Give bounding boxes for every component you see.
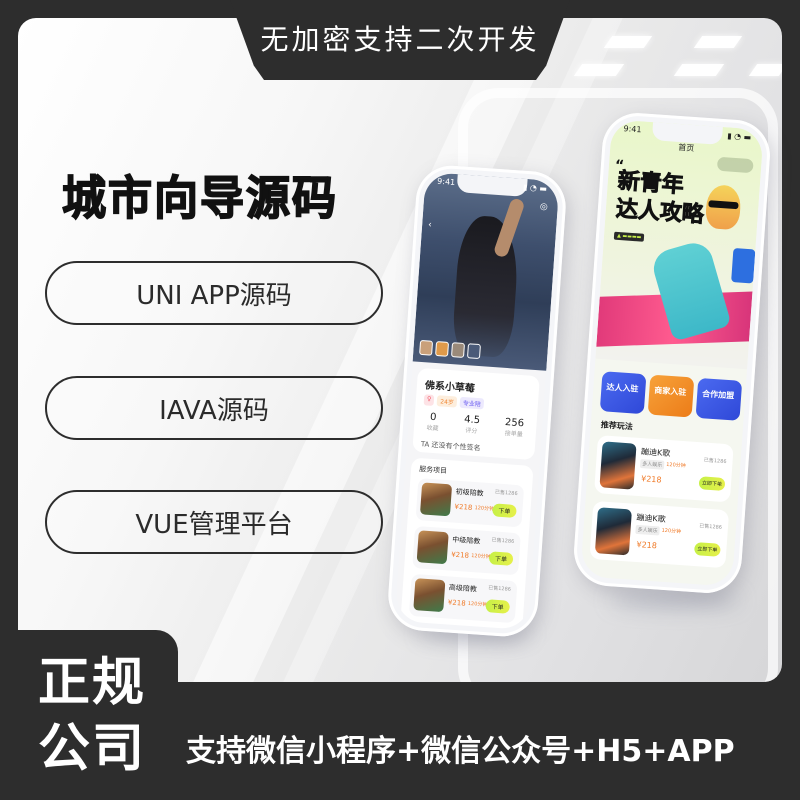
ceiling-light [693, 36, 743, 48]
capsule-close-icon[interactable]: ◎ [539, 202, 548, 213]
recommend-tag: 多人娱乐 [635, 524, 660, 536]
platform-support-text: 支持微信小程序+微信公众号+H5+APP [186, 734, 735, 769]
quick-entry-merchant[interactable]: 商家入驻 [647, 374, 695, 418]
service-name: 中级陪教 [451, 535, 481, 546]
recommend-sold: 已售1286 [699, 523, 723, 531]
company-badge: 正规 公司 [18, 630, 178, 800]
order-button[interactable]: 下单 [485, 599, 511, 614]
service-price: ¥218 [454, 502, 473, 512]
quick-entry-talent[interactable]: 达人入驻 [599, 371, 647, 415]
mini-program-capsule[interactable] [716, 156, 754, 174]
quick-entry-partner[interactable]: 合作加盟 [695, 377, 743, 421]
service-price: ¥218 [450, 550, 470, 560]
service-thumbnail [416, 530, 449, 565]
service-sold: 已售1286 [494, 489, 518, 498]
recommend-thumbnail [594, 507, 632, 556]
recommend-title: 推荐玩法 [600, 420, 634, 432]
recommend-item[interactable]: 蹦迪K歌 多人娱乐 120分钟 ¥218 已售1286 立即下单 [594, 435, 734, 503]
service-item[interactable]: 中级陪教 ¥218 120分钟 已售1286 下单 [412, 525, 521, 576]
feature-pill-vue: VUE管理平台 [45, 490, 383, 554]
signal-wifi-battery-icon: ▮ ◔ ▬ [726, 131, 752, 142]
top-banner: 无加密支持二次开发 [230, 0, 570, 80]
page-title: 城市向导源码 [61, 171, 338, 226]
service-item[interactable]: 初级陪教 ¥218 120分钟 已售1286 下单 [415, 478, 525, 528]
order-button[interactable]: 下单 [491, 503, 517, 519]
recommend-tag: 多人娱乐 [639, 459, 665, 470]
service-duration: 120分钟 [474, 505, 495, 513]
gallery-thumb[interactable] [466, 343, 481, 360]
gallery-thumb[interactable] [419, 339, 434, 356]
stat-orders: 256 接单量 [504, 417, 524, 438]
age-tag: 24岁 [436, 395, 458, 408]
role-tag: 专业陪 [459, 396, 485, 410]
feature-pill-uniapp: UNI APP源码 [45, 261, 383, 325]
phone-home-mockup: “ 新青年 达人攻略 ▲ ▬▬▬▬ 9:41 ▮ ◔ ▬ 首页 达人入驻 商家入… [571, 110, 773, 596]
status-time: 9:41 [623, 124, 642, 135]
headline-line: 达人攻略 [615, 196, 705, 228]
service-name: 高级陪教 [448, 583, 478, 594]
phone-shadow [610, 592, 740, 608]
recommend-item[interactable]: 蹦迪K歌 多人娱乐 120分钟 ¥218 已售1286 立即下单 [589, 500, 730, 569]
service-duration: 120分钟 [467, 600, 488, 609]
service-sold: 已售1286 [488, 585, 512, 593]
feature-label: VUE管理平台 [135, 509, 293, 540]
service-sold: 已售1286 [491, 537, 515, 545]
quick-entry-label: 商家入驻 [654, 385, 687, 398]
gallery-thumb[interactable] [435, 340, 450, 357]
quick-entry-label: 合作加盟 [701, 389, 735, 401]
feature-label: UNI APP源码 [136, 280, 292, 311]
service-name: 初级陪教 [455, 487, 484, 498]
service-thumbnail [413, 578, 446, 613]
order-now-button[interactable]: 立即下单 [693, 542, 721, 557]
recommend-sold: 已售1286 [703, 457, 727, 466]
stat-favorites: 0 收藏 [426, 412, 439, 433]
ceiling-light [603, 36, 653, 48]
recommend-name: 蹦迪K歌 [640, 447, 671, 459]
top-banner-text: 无加密支持二次开发 [260, 23, 540, 56]
profile-signature: TA 还没有个性签名 [420, 440, 481, 453]
status-time: 9:41 [436, 176, 456, 187]
stat-label: 收藏 [426, 424, 439, 433]
back-icon[interactable]: ‹ [428, 220, 432, 230]
gender-tag: ♀ [423, 394, 435, 407]
stat-rating: 4.5 评分 [463, 414, 481, 436]
profile-card: 佛系小草莓 ♀ 24岁 专业陪 0 收藏 4.5 评分 256 接单量 TA 还没有个… [412, 367, 540, 461]
recommend-duration: 120分钟 [661, 527, 682, 536]
ceiling-light [573, 64, 625, 76]
service-thumbnail [419, 482, 453, 517]
order-button[interactable]: 下单 [488, 551, 514, 566]
recommend-price: ¥218 [640, 474, 662, 485]
recommend-name: 蹦迪K歌 [636, 512, 666, 524]
recommend-duration: 120分钟 [665, 461, 686, 470]
home-screen: “ 新青年 达人攻略 ▲ ▬▬▬▬ 9:41 ▮ ◔ ▬ 首页 达人入驻 商家入… [580, 119, 764, 587]
feature-label: IAVA源码 [159, 395, 269, 426]
services-card: 服务项目 初级陪教 ¥218 120分钟 已售1286 下单 中级陪教 ¥218… [400, 457, 534, 631]
order-now-button[interactable]: 立即下单 [698, 476, 726, 491]
recommend-thumbnail [599, 441, 637, 490]
feature-pill-java: IAVA源码 [45, 376, 383, 440]
gallery-thumbnails [419, 339, 481, 360]
service-price: ¥218 [447, 598, 466, 608]
profile-cover-photo [412, 171, 560, 371]
hero-badge: ▲ ▬▬▬▬ [613, 231, 645, 242]
hero-illustration-bag [731, 248, 756, 284]
stat-label: 接单量 [504, 430, 523, 439]
profile-stats: 0 收藏 4.5 评分 256 接单量 [414, 411, 537, 439]
ceiling-light [673, 64, 725, 76]
ceiling-light [748, 64, 782, 76]
company-badge-text: 正规 公司 [38, 650, 146, 782]
recommend-price: ¥218 [636, 540, 658, 551]
hero-headline: 新青年 达人攻略 [615, 168, 707, 230]
company-badge-line: 正规 [38, 653, 147, 713]
gallery-thumb[interactable] [451, 342, 466, 358]
service-duration: 120分钟 [470, 552, 491, 561]
stat-value: 0 [429, 411, 437, 424]
stat-label: 评分 [465, 427, 478, 436]
company-badge-line: 公司 [38, 719, 147, 779]
quick-entry-label: 达人入驻 [606, 382, 639, 394]
profile-screen: 9:41 ▮ ◔ ▬ ‹ ◎ 佛系小草莓 ♀ 24岁 专业陪 0 收藏 4.5 评分… [394, 171, 560, 631]
service-item[interactable]: 高级陪教 ¥218 120分钟 已售1286 下单 [408, 573, 518, 624]
signal-wifi-battery-icon: ▮ ◔ ▬ [522, 182, 548, 194]
